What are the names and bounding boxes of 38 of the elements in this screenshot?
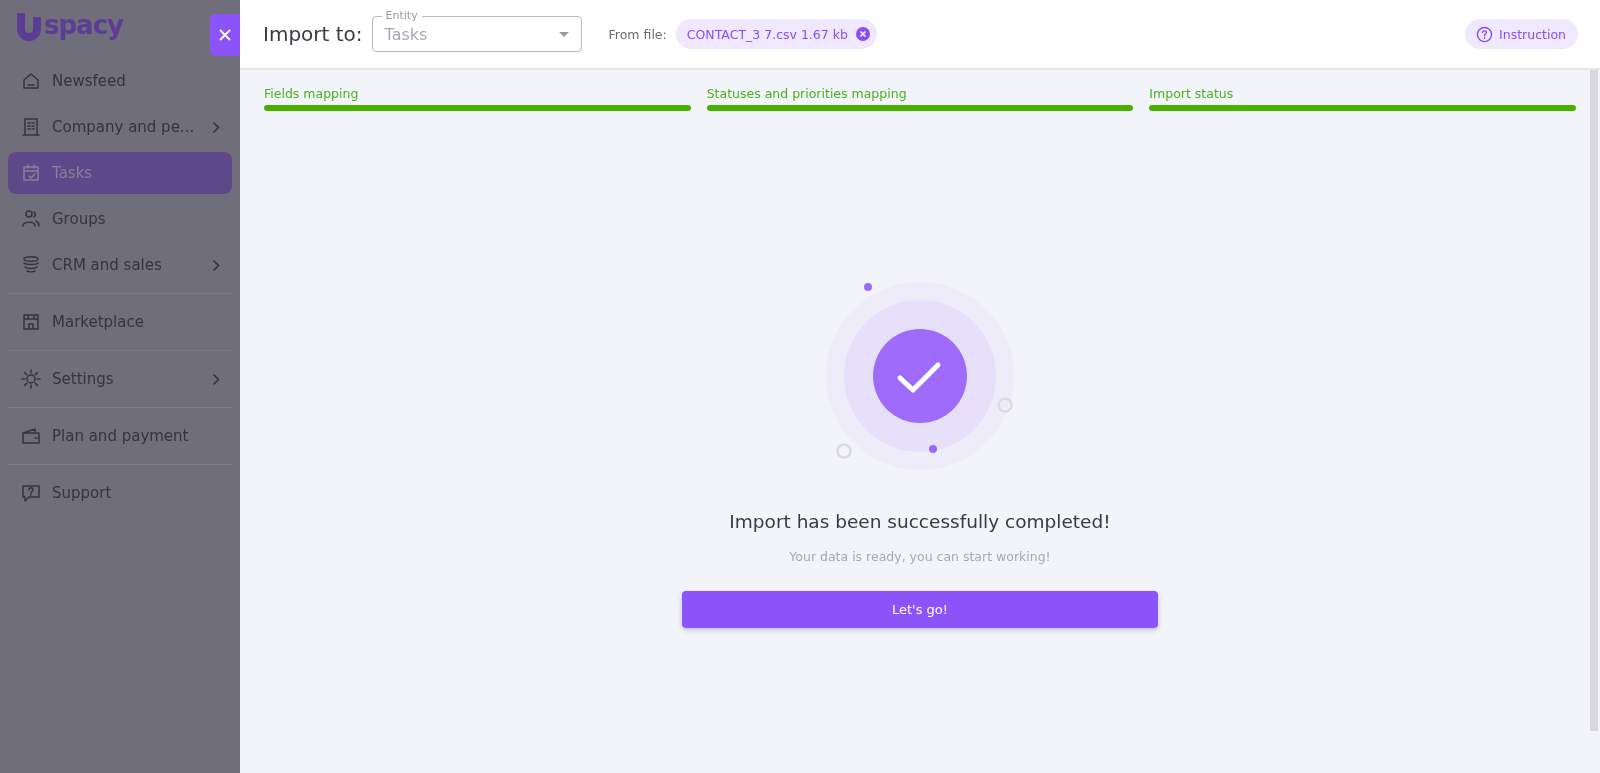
instruction-button[interactable]: Instruction: [1465, 19, 1578, 49]
step-label: Statuses and priorities mapping: [706, 86, 908, 101]
chevron-icon: [212, 120, 220, 134]
file-label: From file:: [608, 26, 667, 42]
lets-go-button[interactable]: Let's go!: [682, 591, 1158, 628]
help-icon: [1476, 25, 1494, 43]
help-icon: [20, 482, 42, 504]
wallet-icon: [20, 425, 42, 447]
success-title: Import has been successfully completed!: [729, 511, 1111, 532]
sidebar-item[interactable]: Tasks: [8, 152, 232, 194]
store-icon: [20, 311, 42, 333]
calendar-icon: [20, 162, 42, 184]
sidebar-item[interactable]: Groups: [8, 198, 232, 240]
select-value: Tasks: [384, 24, 428, 44]
step-label: Fields mapping: [264, 86, 360, 101]
scrollbar[interactable]: [1590, 70, 1598, 731]
building-icon: [20, 116, 42, 138]
step-label: Import status: [1149, 86, 1235, 101]
success-message: Your data is ready, you can start working!: [789, 549, 1051, 564]
file-name: CONTACT_3 7.csv 1.67 kb: [686, 26, 848, 42]
field-label: Entity: [381, 9, 422, 23]
sidebar-item[interactable]: Support: [8, 472, 232, 514]
logo-icon: [15, 13, 41, 41]
sidebar-item[interactable]: CRM and sales: [8, 244, 232, 286]
chevron-icon: [212, 258, 220, 272]
chevron-icon: [212, 372, 220, 386]
sidebar-item[interactable]: Plan and payment: [8, 415, 232, 457]
caret-icon: [558, 31, 569, 37]
close-icon: [218, 28, 232, 42]
sidebar-item[interactable]: Settings: [8, 358, 232, 400]
remove-icon[interactable]: [855, 27, 870, 41]
sidebar-item[interactable]: Marketplace: [8, 301, 232, 343]
house-icon: [20, 70, 42, 92]
import-title: Import to:: [263, 22, 363, 46]
people-icon: [20, 208, 42, 230]
close-button[interactable]: [210, 14, 240, 56]
sidebar-item[interactable]: Company and pe...: [8, 106, 232, 148]
sidebar-item[interactable]: Newsfeed: [8, 60, 232, 102]
